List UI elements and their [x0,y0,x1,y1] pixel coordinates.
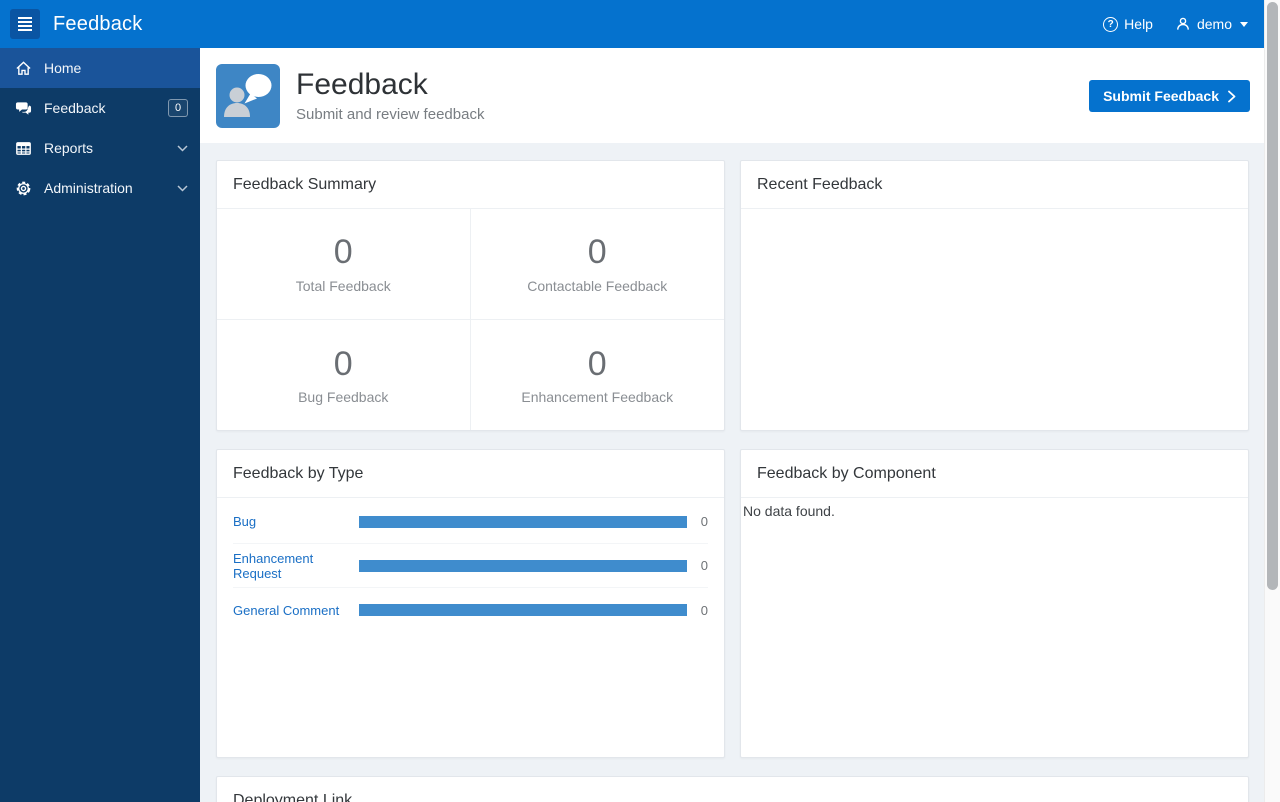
bar-track [359,559,687,572]
feedback-by-type-card: Feedback by Type Bug 0 Enhancement Reque… [216,449,725,758]
submit-feedback-button[interactable]: Submit Feedback [1089,80,1250,112]
bar [359,559,687,572]
stat-contactable-feedback: 0 Contactable Feedback [470,209,724,320]
stat-bug-feedback: 0 Bug Feedback [217,320,471,430]
stat-value: 0 [587,233,607,272]
sidebar-item-label: Reports [44,140,94,156]
bar-track [359,515,687,528]
sidebar-nav: Home Feedback 0 Reports Administration [0,48,200,802]
feedback-summary-card: Feedback Summary 0 Total Feedback 0 Cont… [216,160,725,431]
type-value: 0 [700,602,708,618]
recent-feedback-card: Recent Feedback [740,160,1249,431]
stat-value: 0 [333,233,353,272]
help-label: Help [1124,16,1153,32]
stat-label: Contactable Feedback [527,277,668,294]
comments-icon [13,100,33,117]
sidebar-item-feedback[interactable]: Feedback 0 [0,88,200,128]
report-table-icon [13,140,33,157]
submit-feedback-label: Submit Feedback [1103,88,1219,104]
stat-value: 0 [587,344,607,383]
home-icon [13,60,33,77]
type-value: 0 [700,514,708,529]
no-data-message: No data found. [743,503,835,519]
card-title: Feedback by Component [741,450,1248,498]
page-title: Feedback [296,67,428,101]
sidebar-item-label: Home [44,60,82,76]
chevron-down-icon [177,144,188,152]
page-subtitle: Submit and review feedback [296,106,485,124]
page-hero: Feedback Submit and review feedback Subm… [200,48,1264,143]
main-content: Feedback Summary 0 Total Feedback 0 Cont… [200,143,1264,802]
chevron-down-icon [177,184,188,192]
type-row-general-comment: General Comment 0 [233,588,708,632]
type-label-link[interactable]: Enhancement Request [233,551,359,581]
user-name: demo [1196,16,1232,32]
feedback-count-badge: 0 [168,99,188,117]
sidebar-item-administration[interactable]: Administration [0,168,200,208]
bar [359,515,687,528]
sidebar-item-label: Feedback [44,100,106,116]
type-label-link[interactable]: General Comment [233,603,359,618]
type-value: 0 [700,558,708,573]
stat-value: 0 [333,344,353,383]
gear-icon [13,180,33,197]
sidebar-item-home[interactable]: Home [0,48,200,88]
help-button[interactable]: ? Help [1103,16,1153,32]
stat-label: Enhancement Feedback [521,389,674,406]
stat-total-feedback: 0 Total Feedback [217,209,471,320]
type-row-bug: Bug 0 [233,500,708,544]
sidebar-item-label: Administration [44,180,133,196]
sidebar-item-reports[interactable]: Reports [0,128,200,168]
help-icon: ? [1103,16,1119,32]
chevron-right-icon [1228,90,1236,103]
card-title: Feedback Summary [217,161,724,209]
user-menu-button[interactable]: demo [1175,16,1248,32]
card-title: Recent Feedback [741,161,1248,209]
user-icon [1175,16,1191,32]
bar [359,604,687,616]
type-label-link[interactable]: Bug [233,514,359,529]
type-row-enhancement-request: Enhancement Request 0 [233,544,708,588]
feedback-app-icon [216,63,280,128]
stat-enhancement-feedback: 0 Enhancement Feedback [471,320,725,430]
caret-down-icon [1240,21,1248,27]
stat-label: Total Feedback [295,277,391,294]
scrollbar-thumb[interactable] [1267,2,1278,590]
feedback-by-component-card: Feedback by Component No data found. [740,449,1249,758]
card-title: Deployment Link [217,777,1248,802]
hamburger-menu-icon[interactable] [10,9,40,39]
bar-track [359,604,687,616]
card-title: Feedback by Type [217,450,724,498]
app-header: Feedback ? Help demo [0,0,1264,48]
vertical-scrollbar[interactable] [1264,0,1280,802]
stat-label: Bug Feedback [298,389,389,406]
deployment-link-card: Deployment Link [216,776,1249,802]
app-title: Feedback [53,12,143,35]
